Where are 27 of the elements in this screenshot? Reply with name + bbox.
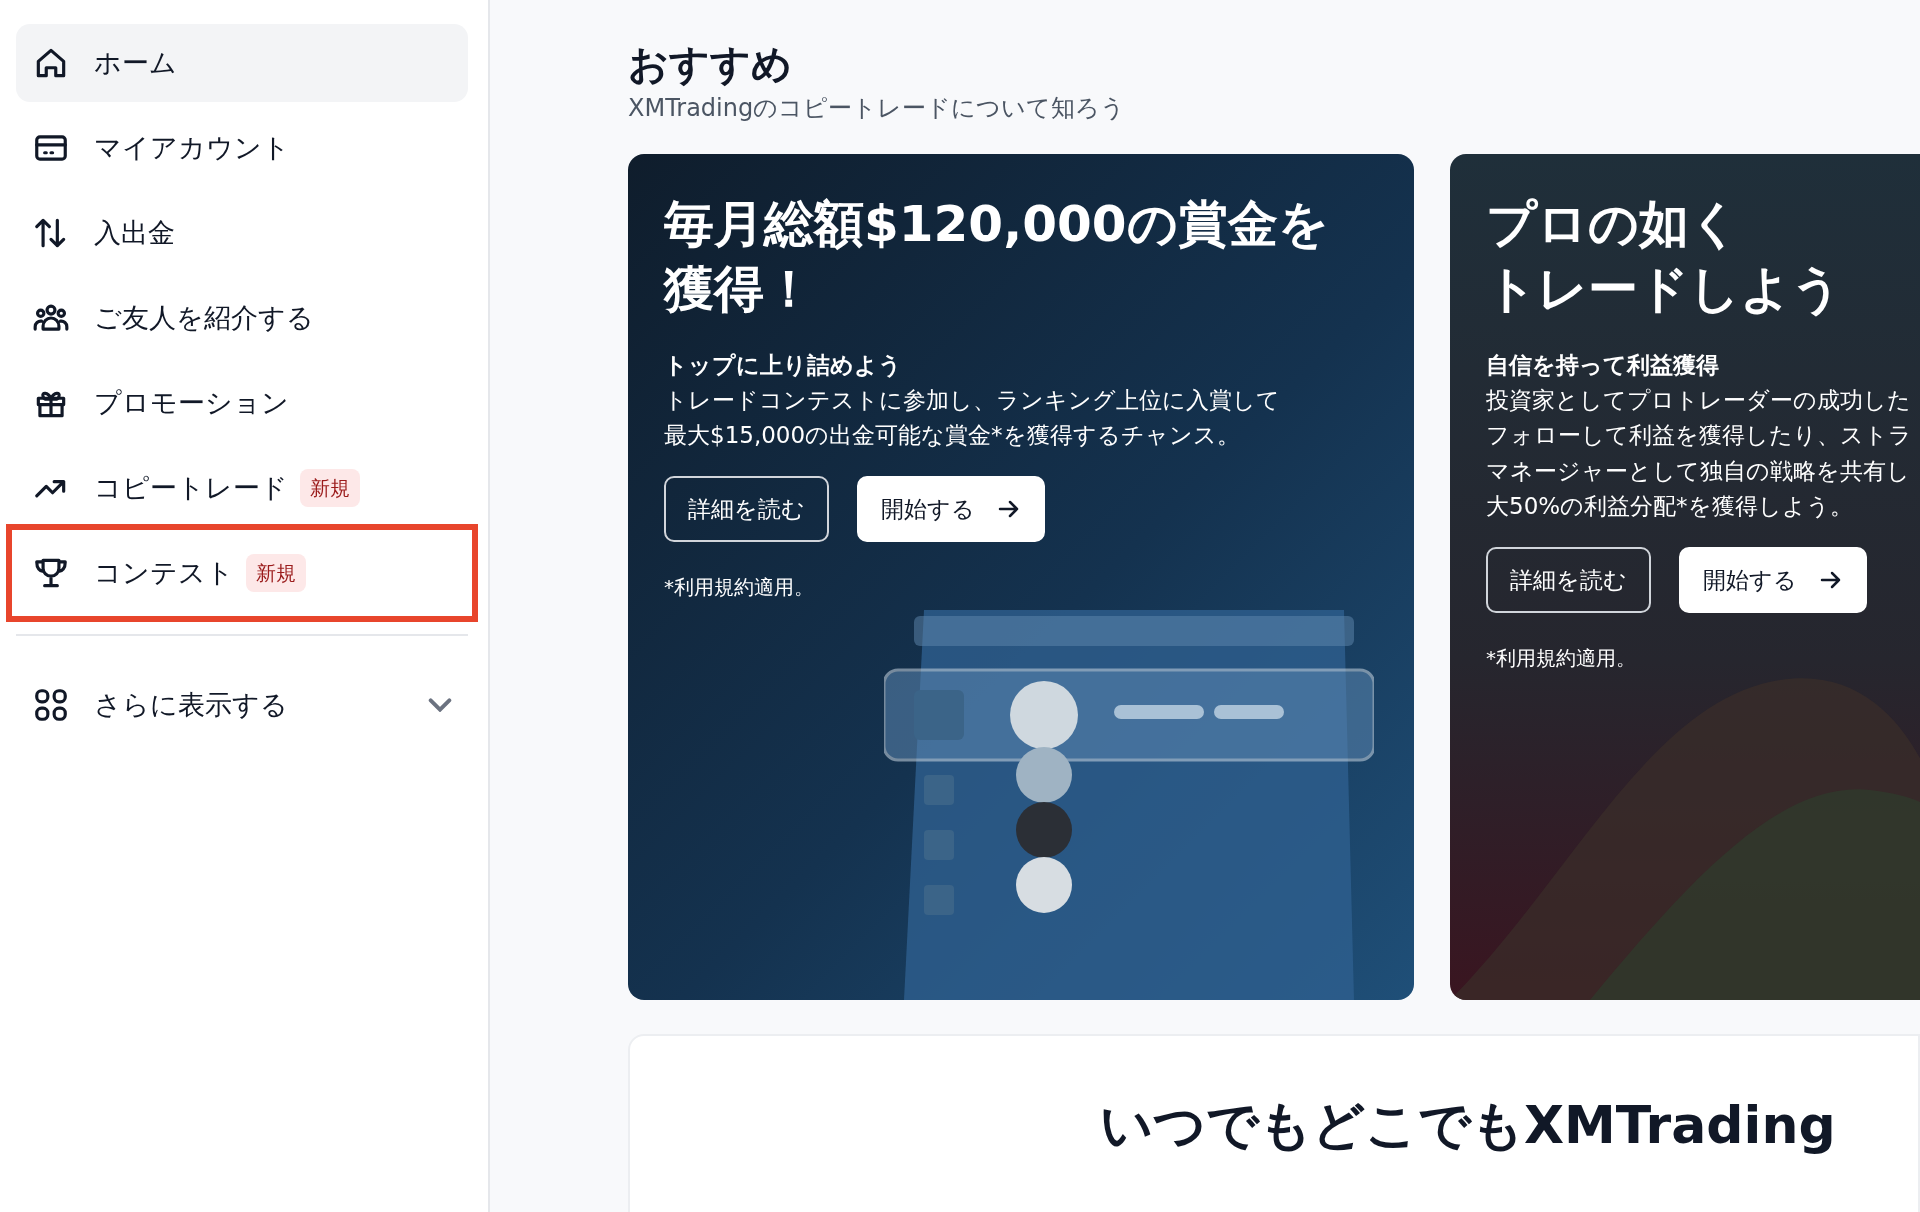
start-button[interactable]: 開始する bbox=[857, 475, 1045, 542]
card-subheading: トップに上り詰めよう bbox=[664, 351, 903, 380]
card-description: トレードコンテストに参加し、ランキング上位に入賞して 最大$15,000の出金可能な賞金*を獲得するチャンス。 bbox=[664, 385, 1281, 451]
card-subheading: 自信を持って利益獲得 bbox=[1486, 351, 1720, 380]
new-badge: 新規 bbox=[300, 469, 360, 507]
chevron-down-icon bbox=[428, 698, 452, 712]
sidebar-item[interactable]: マイアカウント bbox=[16, 109, 468, 187]
footnote: *利用規約適用。 bbox=[664, 573, 815, 601]
sidebar-item[interactable]: コピートレード 新規 bbox=[16, 449, 468, 527]
sidebar-item[interactable]: プロモーション bbox=[16, 364, 468, 442]
footnote: *利用規約適用。 bbox=[1486, 645, 1637, 673]
grid-icon bbox=[32, 686, 70, 724]
section-heading: おすすめ bbox=[628, 40, 793, 89]
app-card-title: いつでもどこでもXMTrading bbox=[1100, 1094, 1836, 1157]
card-title: 毎月総額$120,000の賞金を 獲得！ bbox=[664, 194, 1330, 320]
read-more-button[interactable]: 詳細を読む bbox=[664, 475, 829, 542]
sidebar-item[interactable]: ホーム bbox=[16, 24, 468, 102]
sidebar-item[interactable]: コンテスト 新規 bbox=[16, 534, 468, 612]
sidebar-item[interactable]: 入出金 bbox=[16, 194, 468, 272]
new-badge: 新規 bbox=[246, 554, 306, 592]
more-toggle[interactable]: さらに表示する bbox=[16, 666, 468, 744]
card-description: 投資家としてプロトレーダーの成功した フォローして利益を獲得したり、ストラ マネージャーとして独自の戦略を共有し 大50%の利益分配*を獲得しよう。 bbox=[1486, 385, 1913, 522]
card-title: プロの如く トレードしよう bbox=[1486, 194, 1843, 320]
section-subtitle: XMTradingのコピートレードについて知ろう bbox=[628, 93, 1127, 124]
sidebar-item[interactable]: ご友人を紹介する bbox=[16, 279, 468, 357]
start-button[interactable]: 開始する bbox=[1679, 547, 1867, 614]
read-more-button[interactable]: 詳細を読む bbox=[1486, 547, 1651, 614]
